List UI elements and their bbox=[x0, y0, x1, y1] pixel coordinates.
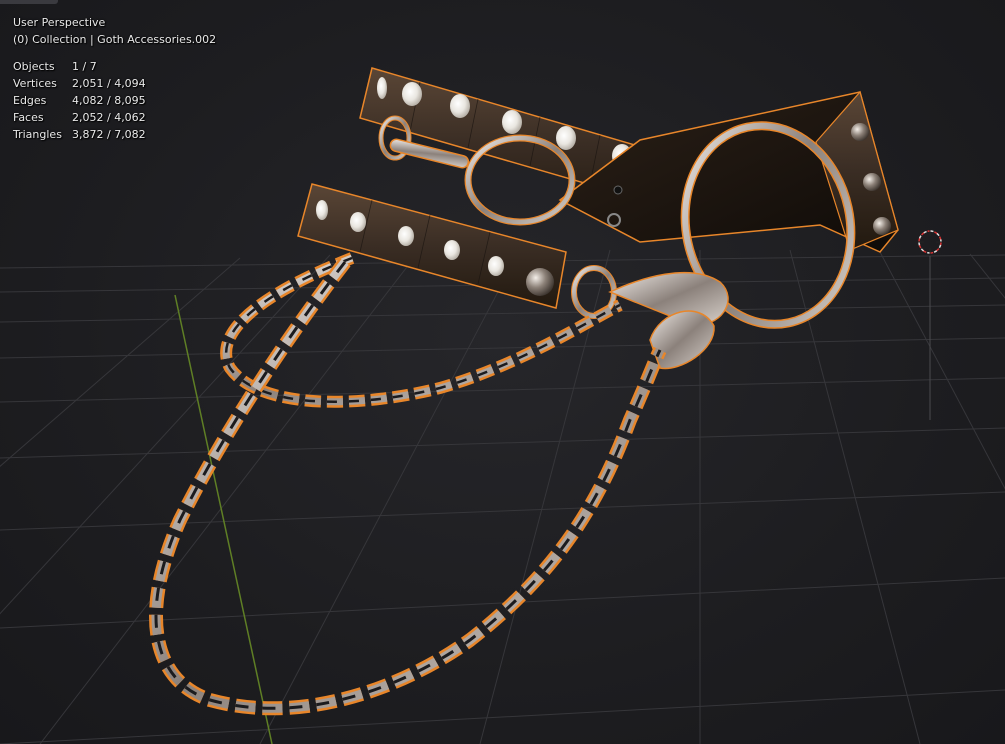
lower-strap[interactable] bbox=[297, 183, 567, 309]
stat-value: 3,872 / 7,082 bbox=[72, 128, 146, 141]
3d-cursor-icon[interactable] bbox=[916, 228, 944, 256]
stat-label: Faces bbox=[13, 111, 44, 124]
viewport-text-info: User Perspective (0) Collection | Goth A… bbox=[13, 14, 216, 143]
stat-value: 4,082 / 8,095 bbox=[72, 94, 146, 107]
stat-row-triangles: Triangles 3,872 / 7,082 bbox=[13, 126, 216, 143]
stat-label: Triangles bbox=[13, 128, 62, 141]
3d-viewport[interactable]: User Perspective (0) Collection | Goth A… bbox=[0, 0, 1005, 744]
statistics-overlay: Objects 1 / 7 Vertices 2,051 / 4,094 Edg… bbox=[13, 58, 216, 143]
stat-row-objects: Objects 1 / 7 bbox=[13, 58, 216, 75]
collection-info: (0) Collection | Goth Accessories.002 bbox=[13, 33, 217, 46]
stat-row-faces: Faces 2,052 / 4,062 bbox=[13, 109, 216, 126]
stat-row-edges: Edges 4,082 / 8,095 bbox=[13, 92, 216, 109]
stat-value: 2,051 / 4,094 bbox=[72, 77, 146, 90]
grid-floor bbox=[0, 249, 1005, 744]
stat-label: Edges bbox=[13, 94, 47, 107]
stat-row-vertices: Vertices 2,051 / 4,094 bbox=[13, 75, 216, 92]
stat-label: Objects bbox=[13, 60, 55, 73]
stat-label: Vertices bbox=[13, 77, 57, 90]
stat-value: 2,052 / 4,062 bbox=[72, 111, 146, 124]
view-name: User Perspective bbox=[13, 16, 106, 29]
y-axis-line bbox=[174, 294, 273, 744]
stat-value: 1 / 7 bbox=[72, 60, 97, 73]
